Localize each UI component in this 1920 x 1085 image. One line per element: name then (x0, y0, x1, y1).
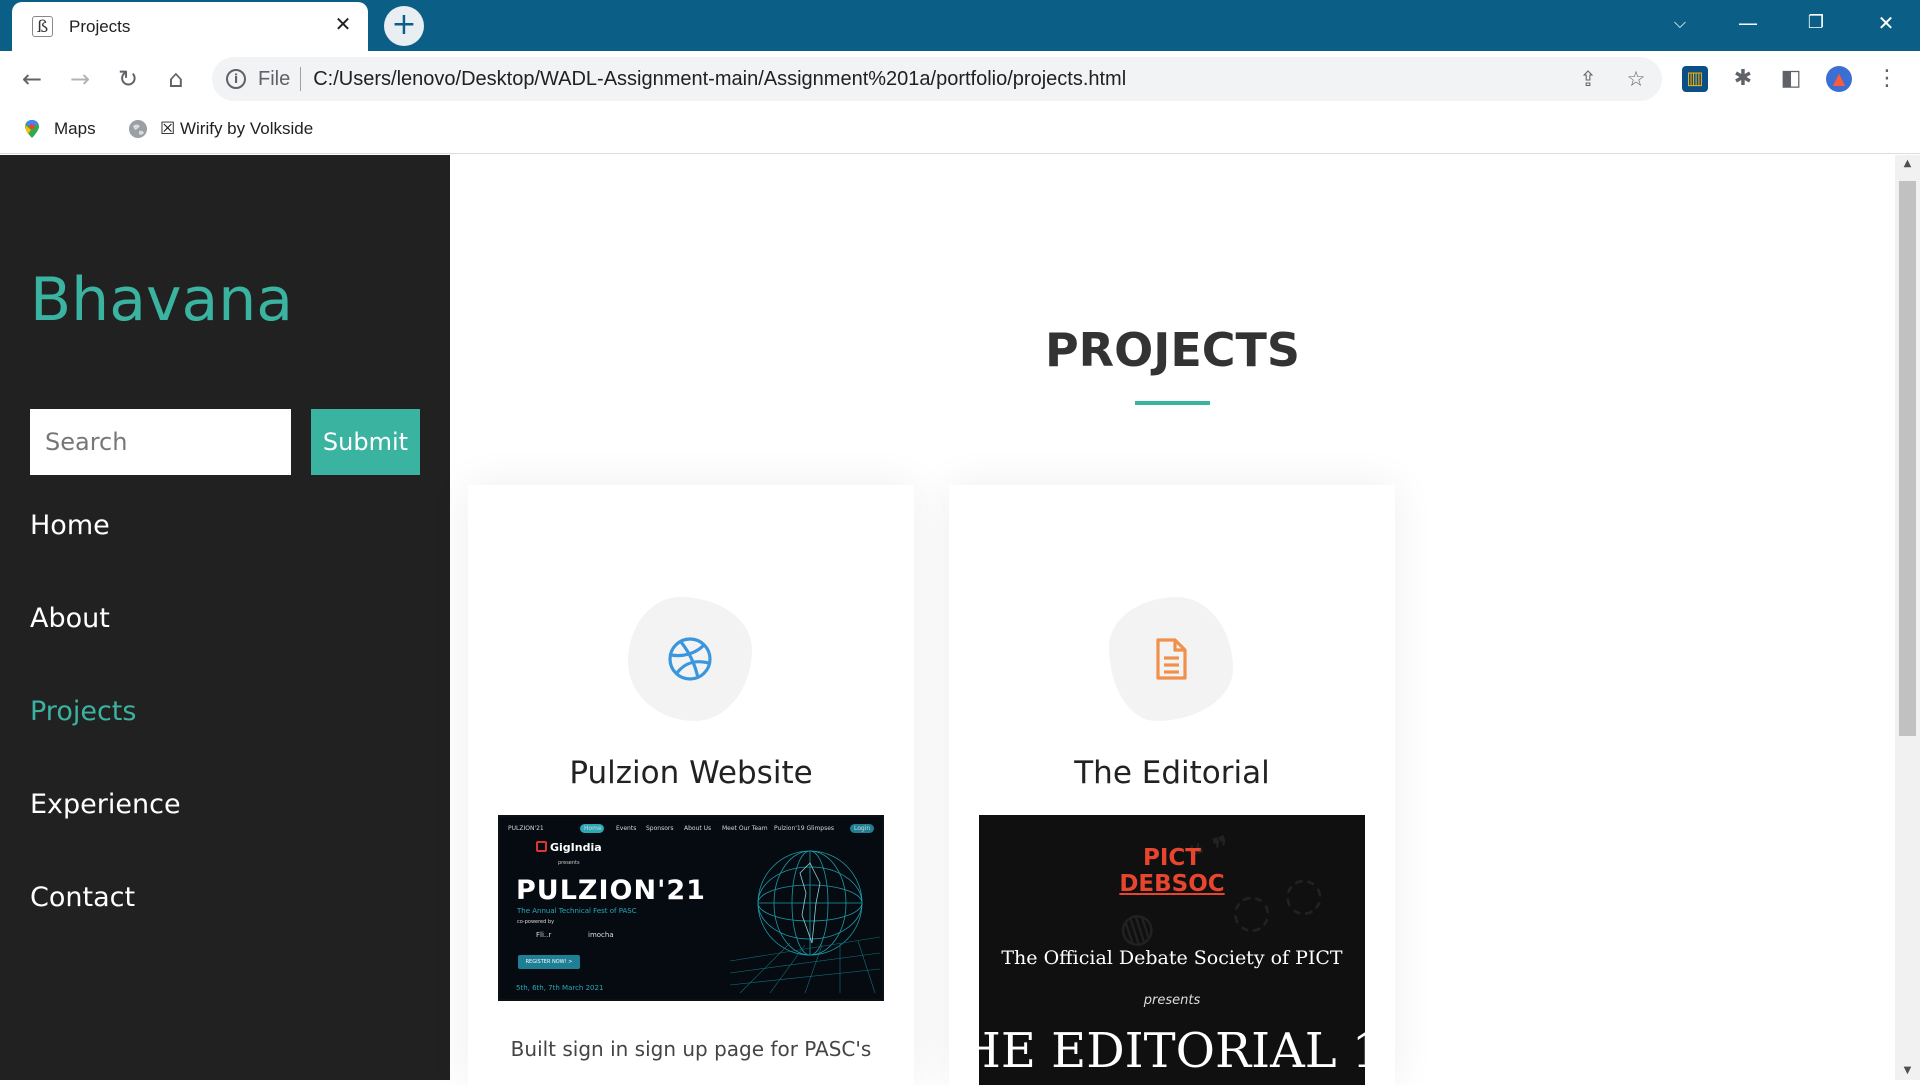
close-tab-icon[interactable]: ✕ (332, 14, 354, 36)
site-favicon-icon: ß (32, 16, 53, 37)
browser-tab-active[interactable]: ß Projects ✕ (12, 2, 368, 51)
thumb-sponsor: imocha (588, 931, 614, 939)
project-title: The Editorial (1074, 755, 1270, 791)
dribbble-icon (668, 637, 712, 681)
url-scheme-label: File (258, 67, 291, 90)
nav-item-home[interactable]: Home (30, 510, 110, 541)
forward-arrow-icon[interactable]: → (62, 61, 98, 97)
nav-item-contact[interactable]: Contact (30, 882, 135, 913)
thumb-title: PULZION'21 (516, 875, 706, 906)
share-icon[interactable]: ⇪ (1576, 67, 1600, 91)
editorial-screenshot: ❝ ❞ ◌ ◌ ◍ PICT DEBSOC The Official Debat… (979, 815, 1365, 1085)
globe-icon (129, 120, 147, 138)
icon-blob (1109, 597, 1233, 721)
thumb-register-button: REGISTER NOW! > (518, 955, 580, 969)
bookmark-label: Maps (54, 119, 96, 138)
thumb-presents: presents (558, 860, 580, 866)
site-info-icon[interactable]: i (226, 69, 246, 89)
search-input[interactable] (30, 409, 291, 475)
thumb-nav-link: Home (584, 825, 602, 832)
projects-section: PROJECTS Pulzion Website PULZION'21 Home… (450, 155, 1895, 1085)
thumb-nav-link: Events (616, 825, 637, 832)
site-brand[interactable]: Bhavana (30, 265, 293, 335)
bookmarks-bar: Maps ☒ Wirify by Volkside (0, 107, 1920, 154)
submit-button[interactable]: Submit (311, 409, 420, 475)
bookmark-star-icon[interactable]: ☆ (1624, 67, 1648, 91)
thumb-brand: GigIndia (550, 841, 602, 854)
side-panel-icon[interactable]: ◧ (1778, 66, 1804, 92)
url-text[interactable]: C:/Users/lenovo/Desktop/WADL-Assignment-… (313, 68, 1126, 91)
thumb-nav-link: Sponsors (646, 825, 674, 832)
tab-title: Projects (69, 16, 131, 36)
url-separator (300, 67, 302, 91)
restore-window-icon[interactable]: ❐ (1796, 8, 1836, 38)
wireframe-globe-graphic (730, 850, 880, 993)
address-bar[interactable]: i File C:/Users/lenovo/Desktop/WADL-Assi… (212, 57, 1662, 101)
scroll-down-arrow-icon[interactable]: ▼ (1895, 1062, 1920, 1080)
bookmark-maps[interactable]: Maps (22, 119, 96, 139)
maps-pin-icon (25, 120, 39, 138)
thumb-big-title: HE EDITORIAL 1 (979, 1023, 1365, 1079)
nav-item-experience[interactable]: Experience (30, 789, 181, 820)
thumb-debsoc: DEBSOC (1119, 871, 1225, 897)
minimize-window-icon[interactable]: — (1728, 8, 1768, 38)
browser-toolbar: ← → ↻ ⌂ i File C:/Users/lenovo/Desktop/W… (0, 51, 1920, 107)
thumb-sponsor: Fli..r (536, 931, 552, 939)
thumb-subtitle: The Annual Technical Fest of PASC (517, 907, 637, 915)
project-title: Pulzion Website (569, 755, 813, 791)
profile-avatar-icon[interactable]: ▲ (1826, 66, 1852, 92)
tab-search-chevron-icon[interactable]: ⌵ (1660, 8, 1700, 38)
project-description: Built sign in sign up page for PASC's (510, 1037, 872, 1061)
thumb-nav-link: Pulzion'19 Glimpses (774, 825, 835, 832)
section-title: PROJECTS (1044, 323, 1301, 377)
reload-icon[interactable]: ↻ (110, 61, 146, 97)
thumb-pict: PICT (1143, 845, 1201, 871)
bookmark-label: ☒ Wirify by Volkside (160, 119, 314, 138)
web-page: Bhavana Submit Home About Projects Exper… (0, 155, 1920, 1085)
thumb-date: 5th, 6th, 7th March 2021 (516, 984, 604, 992)
project-card-editorial[interactable]: The Editorial ❝ ❞ ◌ ◌ ◍ PICT DEBSOC The … (949, 485, 1395, 1085)
document-icon (1156, 638, 1187, 680)
thumb-gigindia-logo-icon (536, 841, 547, 852)
project-card-pulzion[interactable]: Pulzion Website PULZION'21 Home Events S… (468, 485, 914, 1085)
analytics-extension-icon[interactable]: ▥ (1682, 66, 1708, 92)
close-window-icon[interactable]: ✕ (1866, 8, 1906, 38)
home-icon[interactable]: ⌂ (158, 61, 194, 97)
browser-menu-icon[interactable]: ⋮ (1874, 66, 1900, 92)
thumb-nav-link: Meet Our Team (722, 825, 768, 832)
icon-blob (628, 597, 752, 721)
new-tab-button[interactable]: + (384, 6, 424, 46)
pulzion-screenshot: PULZION'21 Home Events Sponsors About Us… (498, 815, 884, 1001)
browser-tab-strip: ß Projects ✕ + ⌵ — ❐ ✕ (0, 0, 1920, 51)
thumb-nav-link: Login (854, 825, 871, 832)
thumb-official: The Official Debate Society of PICT (1001, 947, 1343, 969)
nav-item-projects[interactable]: Projects (30, 696, 136, 727)
extensions-puzzle-icon[interactable]: ✱ (1730, 66, 1756, 92)
title-underline (1135, 401, 1210, 405)
back-arrow-icon[interactable]: ← (14, 61, 50, 97)
thumb-nav-logo: PULZION'21 (508, 825, 544, 832)
nav-item-about[interactable]: About (30, 603, 110, 634)
bookmark-wirify[interactable]: ☒ Wirify by Volkside (128, 119, 313, 139)
scroll-up-arrow-icon[interactable]: ▲ (1895, 155, 1920, 173)
thumb-presents: presents (1143, 993, 1201, 1008)
thumb-powered: co-powered by (517, 919, 555, 925)
page-scrollbar[interactable]: ▲ ▼ (1895, 155, 1920, 1080)
scrollbar-thumb[interactable] (1899, 181, 1916, 736)
thumb-nav-link: About Us (684, 825, 712, 832)
sidebar: Bhavana Submit Home About Projects Exper… (0, 155, 450, 1080)
